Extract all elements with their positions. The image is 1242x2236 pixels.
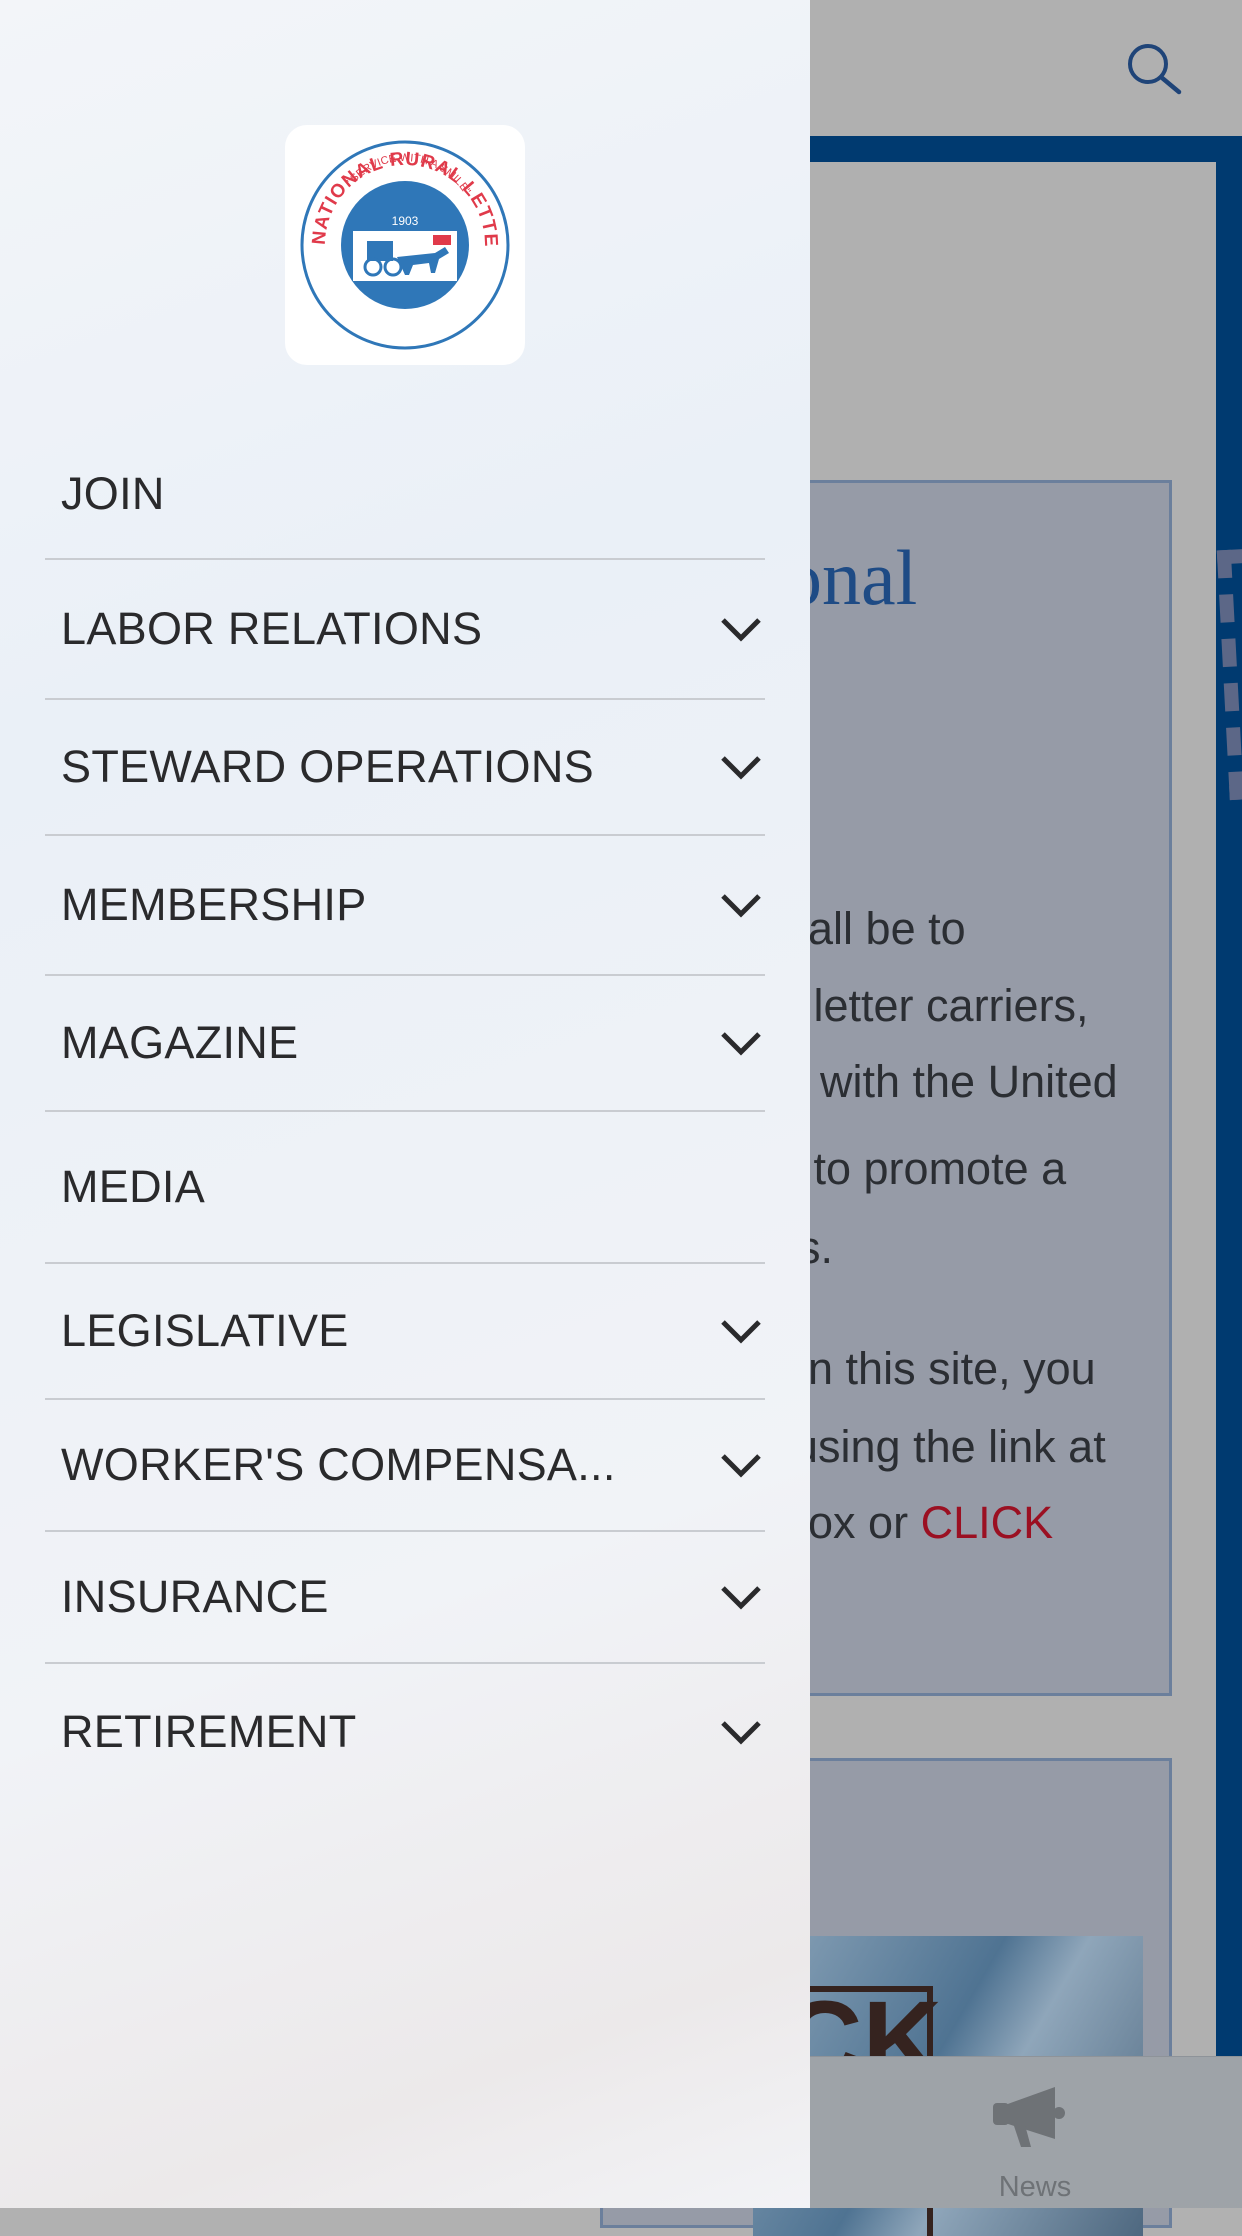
menu-item-label: MEDIA [61,1161,206,1212]
card-text-line: hall be to [783,903,966,954]
menu-item-label: MAGAZINE [61,1017,299,1068]
menu-item-workers-compensation[interactable]: WORKER'S COMPENSA... [45,1400,765,1532]
menu-item-legislative[interactable]: LEGISLATIVE [45,1264,765,1400]
menu-item-media[interactable]: MEDIA [45,1112,765,1264]
search-icon[interactable] [1124,40,1184,100]
menu-item-label: WORKER'S COMPENSA... [61,1439,616,1490]
menu-item-magazine[interactable]: MAGAZINE [45,976,765,1112]
chevron-down-icon[interactable] [719,1316,763,1346]
menu-item-label: JOIN [61,468,165,519]
menu-item-insurance[interactable]: INSURANCE [45,1532,765,1664]
svg-text:1903: 1903 [392,214,419,228]
menu-item-label: RETIREMENT [61,1706,357,1757]
menu-item-label: INSURANCE [61,1571,329,1622]
card-text-line: s with the United [785,1056,1118,1107]
megaphone-icon[interactable] [985,2077,1085,2157]
chevron-down-icon[interactable] [719,1450,763,1480]
chevron-down-icon[interactable] [719,1028,763,1058]
chevron-down-icon[interactable] [719,614,763,644]
menu-item-retirement[interactable]: RETIREMENT [45,1664,765,1800]
menu-item-join[interactable]: JOIN [45,430,765,560]
side-drawer: NATIONAL RURAL LETTER CARRIERS' ASSOCIAT… [0,0,810,2208]
card-text-line: on this site, you [783,1343,1096,1394]
click-link[interactable]: CLICK [921,1497,1054,1548]
menu-item-label: STEWARD OPERATIONS [61,741,594,792]
card-text-line: l to promote a [791,1143,1067,1194]
menu-item-label: MEMBERSHIP [61,879,367,930]
chevron-down-icon[interactable] [719,890,763,920]
menu-item-label: LABOR RELATIONS [61,603,483,654]
menu-item-membership[interactable]: MEMBERSHIP [45,836,765,976]
card-text-line: using the link at [793,1421,1106,1472]
chevron-down-icon[interactable] [719,1582,763,1612]
menu-item-label: LEGISLATIVE [61,1305,349,1356]
chevron-down-icon[interactable] [719,1717,763,1747]
menu-item-steward-operations[interactable]: STEWARD OPERATIONS [45,700,765,836]
nrlca-logo[interactable]: NATIONAL RURAL LETTER CARRIERS' ASSOCIAT… [277,109,525,365]
chevron-down-icon[interactable] [719,752,763,782]
tab-news[interactable]: News [960,2171,1110,2204]
menu-item-labor-relations[interactable]: LABOR RELATIONS [45,560,765,700]
card-text-line: l letter carriers, [791,980,1089,1031]
